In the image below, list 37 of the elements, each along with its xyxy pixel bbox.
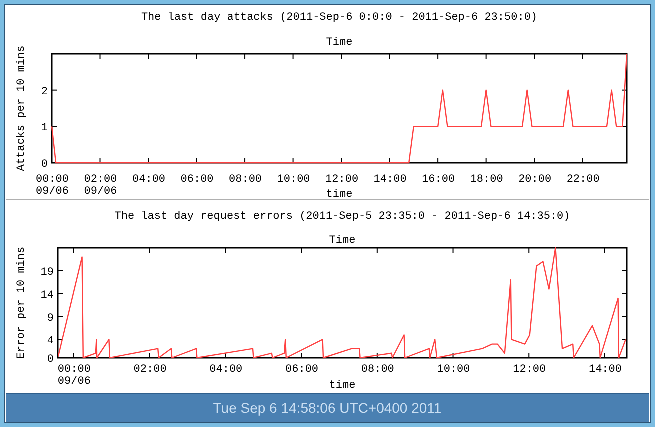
tick-label: 10:00 (277, 174, 310, 186)
tick-label: 00:00 09/06 (58, 364, 91, 388)
tick-label: 02:00 09/06 (84, 174, 118, 198)
tick-label: 1 (41, 122, 48, 135)
tick-label: 20:00 (518, 174, 552, 186)
tick-label: 14:00 (589, 364, 622, 376)
tick-label: 14 (40, 290, 54, 302)
status-bar: Tue Sep 6 14:58:06 UTC+0400 2011 (6, 393, 649, 422)
axis-label: Attacks per 10 mins (16, 46, 28, 172)
chart-title: The last day attacks (2011-Sep-6 0:0:0 - 2011-Sep-6 23:50:0) (141, 12, 538, 24)
axis-label: Error per 10 mins (16, 246, 28, 360)
tick-label: 04:00 (210, 364, 243, 376)
tick-label: 10:00 (437, 364, 470, 376)
tick-label: 02:00 (134, 364, 167, 376)
tick-label: 0 (47, 354, 54, 366)
tick-label: 14:00 (374, 174, 407, 186)
chart-title: The last day request errors (2011-Sep-5 23:35:0 - 2011-Sep-6 14:35:0) (114, 211, 570, 223)
tick-label: 2 (41, 86, 48, 98)
axis-label: Time (329, 235, 356, 247)
axis-label: time (326, 189, 353, 199)
tick-label: 19 (40, 266, 54, 279)
tick-label: 12:00 (326, 174, 359, 186)
tick-label: 08:00 (361, 364, 394, 376)
tick-label: 08:00 (229, 174, 262, 186)
tick-label: 04:00 (132, 174, 166, 186)
tick-label: 22:00 (566, 174, 600, 186)
tick-label: 0 (41, 159, 48, 171)
axis-label: Time (326, 37, 353, 49)
tick-label: 00:00 09/06 (36, 174, 70, 198)
tick-label: 4 (47, 336, 54, 348)
axis-label: time (329, 380, 356, 390)
tick-label: 16:00 (422, 174, 456, 186)
tick-label: 06:00 (180, 174, 214, 186)
tick-label: 12:00 (513, 364, 546, 376)
tick-label: 9 (47, 312, 54, 325)
tick-label: 18:00 (470, 174, 504, 186)
tick-label: 06:00 (286, 364, 319, 376)
